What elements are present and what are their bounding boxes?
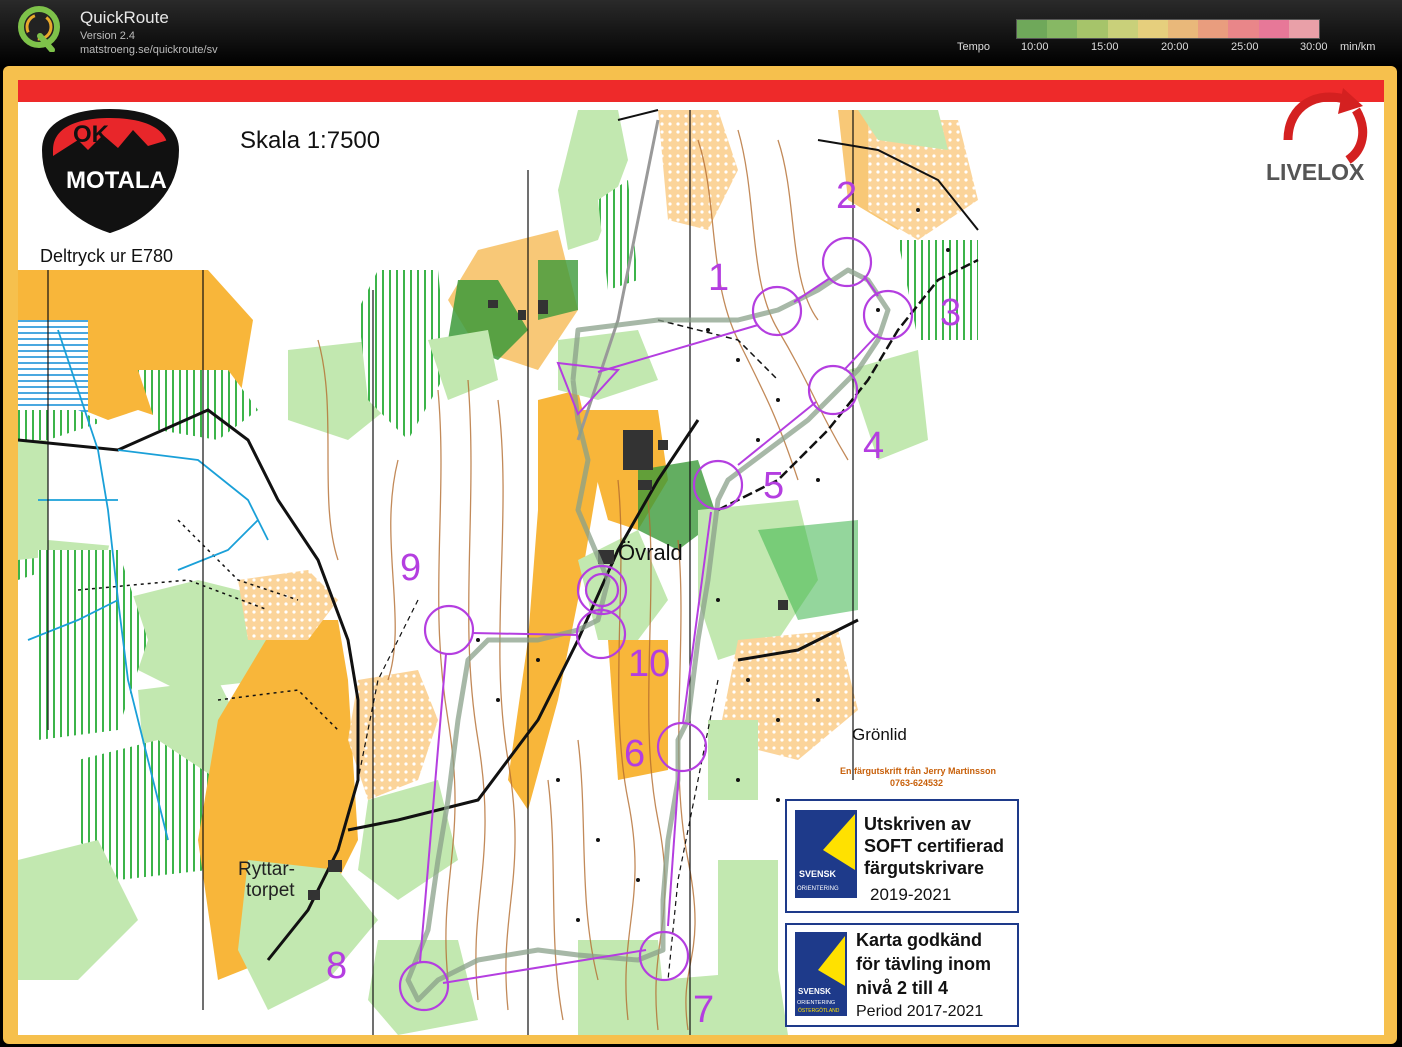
tempo-scale-segment (1047, 20, 1078, 38)
tempo-scale-segment (1077, 20, 1108, 38)
svg-text:ÖSTERGÖTLAND: ÖSTERGÖTLAND (798, 1007, 840, 1014)
map-canvas[interactable]: 1 2 3 4 5 6 7 8 9 10 Övrald Grönlid Rytt… (18, 80, 1384, 1035)
svg-text:MOTALA: MOTALA (66, 167, 167, 194)
control-number-4: 4 (863, 425, 884, 467)
place-name-gronlid: Grönlid (852, 725, 907, 744)
printer-credit-line2: 0763-624532 (890, 778, 943, 788)
map-scale-label: Skala 1:7500 (240, 127, 380, 154)
svg-text:SOFT certifierad: SOFT certifierad (864, 836, 1004, 856)
tempo-tick: 10:00 (1021, 41, 1049, 53)
tempo-scale-segment (1288, 20, 1320, 38)
tempo-tick: 20:00 (1161, 41, 1189, 53)
svg-text:Karta godkänd: Karta godkänd (856, 930, 982, 950)
svg-text:ORIENTERING: ORIENTERING (797, 1000, 835, 1006)
svg-text:Utskriven av: Utskriven av (864, 814, 971, 834)
svg-text:2019-2021: 2019-2021 (870, 885, 951, 904)
svg-text:LIVELOX: LIVELOX (1266, 159, 1365, 185)
tempo-unit: min/km (1340, 41, 1376, 53)
tempo-color-scale (1016, 19, 1320, 39)
app-url[interactable]: matstroeng.se/quickroute/sv (80, 44, 218, 56)
tempo-scale-segment (1168, 20, 1199, 38)
tempo-tick: 30:00 (1300, 41, 1328, 53)
control-number-1: 1 (708, 257, 729, 299)
tempo-scale-segment (1137, 20, 1169, 38)
svg-text:SVENSK: SVENSK (799, 869, 837, 879)
svg-text:nivå 2 till 4: nivå 2 till 4 (856, 978, 948, 998)
quickroute-logo-icon (18, 6, 60, 52)
control-number-5: 5 (763, 465, 784, 507)
control-number-9: 9 (400, 547, 421, 589)
place-name-ryttartorpet-2: torpet (246, 880, 295, 901)
print-note: Deltryck ur E780 (40, 246, 173, 266)
tempo-scale-segment (1228, 20, 1259, 38)
svg-text:Period 2017-2021: Period 2017-2021 (856, 1003, 983, 1020)
control-number-3: 3 (940, 292, 961, 334)
svg-text:SVENSK: SVENSK (798, 987, 831, 996)
app-version: Version 2.4 (80, 30, 136, 42)
map-header-band (18, 80, 1384, 102)
svg-text:för tävling inom: för tävling inom (856, 954, 991, 974)
tempo-scale-segment (1107, 20, 1138, 38)
place-name-ryttartorpet-1: Ryttar- (238, 859, 295, 880)
app-title: QuickRoute (80, 8, 169, 27)
place-name-ovrald: Övrald (618, 540, 683, 565)
control-number-8: 8 (326, 945, 347, 987)
control-number-6: 6 (624, 733, 645, 775)
printer-credit-line1: En färgutskrift från Jerry Martinsson (840, 766, 996, 776)
app-title-bar: QuickRoute Version 2.4 matstroeng.se/qui… (0, 0, 1402, 66)
map-approved-badge: SVENSK ORIENTERING ÖSTERGÖTLAND Karta go… (785, 923, 1019, 1027)
orienteering-map[interactable]: 1 2 3 4 5 6 7 8 9 10 Övrald Grönlid Rytt… (18, 80, 1384, 1035)
tempo-scale-segment (1017, 20, 1048, 38)
control-number-2: 2 (836, 175, 857, 217)
tempo-tick: 15:00 (1091, 41, 1119, 53)
tempo-tick: 25:00 (1231, 41, 1259, 53)
tempo-label: Tempo (957, 41, 991, 53)
svg-text:OK: OK (73, 121, 110, 148)
svg-text:färgutskrivare: färgutskrivare (864, 858, 984, 878)
soft-printer-badge: SVENSK ORIENTERING Utskriven av SOFT cer… (785, 799, 1019, 913)
control-number-10: 10 (628, 643, 670, 685)
control-number-7: 7 (693, 989, 714, 1031)
tempo-scale-segment (1258, 20, 1289, 38)
svg-text:ORIENTERING: ORIENTERING (797, 886, 839, 892)
tempo-scale-segment (1198, 20, 1229, 38)
